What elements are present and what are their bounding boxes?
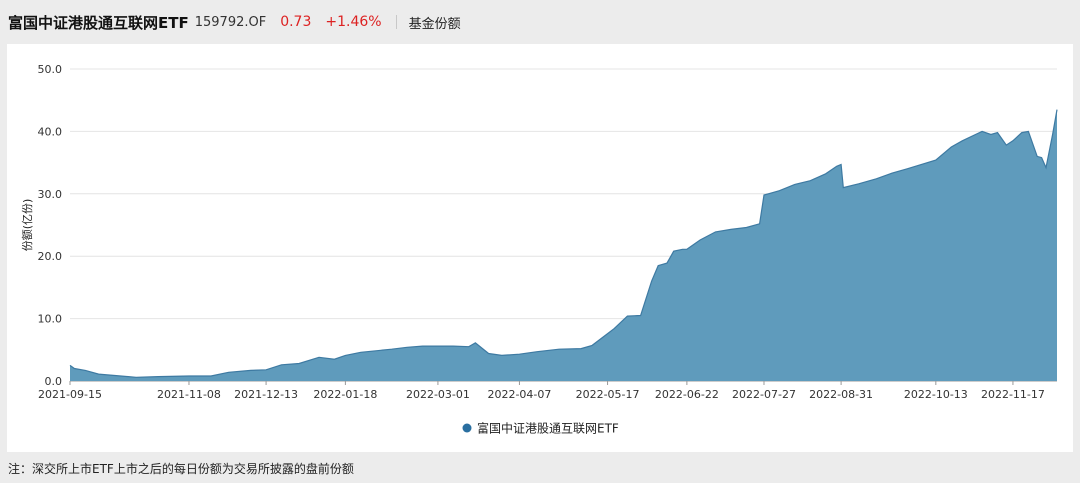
x-tick-label: 2022-05-17 [576,388,640,401]
x-tick-label: 2022-03-01 [406,388,470,401]
header-bar: 富国中证港股通互联网ETF 159792.OF 0.73 +1.46% 基金份额 [0,0,1080,44]
header-divider [395,15,397,29]
x-tick-label: 2022-06-22 [655,388,719,401]
x-tick-label: 2022-11-17 [981,388,1045,401]
y-tick-label: 0.0 [45,375,63,388]
share-area-chart[interactable]: 0.0 10.0 20.0 30.0 40.0 50.0 2021-09-15 2021-11… [7,44,1073,452]
y-tick-label: 30.0 [38,188,63,201]
price-change-percent: +1.46% [325,14,382,30]
footnote: 注：深交所上市ETF上市之后的每日份额为交易所披露的盘前份额 [8,462,354,476]
y-tick-label: 50.0 [38,63,63,76]
series-area[interactable] [70,109,1057,381]
metric-label[interactable]: 基金份额 [409,13,461,32]
x-tick-label: 2022-01-18 [313,388,377,401]
y-tick-label: 40.0 [38,125,63,138]
x-tick-label: 2021-12-13 [234,388,298,401]
legend-marker [462,423,472,433]
y-tick-label: 20.0 [38,250,63,263]
legend-label: 富国中证港股通互联网ETF [477,421,619,436]
x-tick-label: 2022-10-13 [904,388,968,401]
x-tick-label: 2022-04-07 [487,388,551,401]
x-tick-label: 2022-07-27 [732,388,796,401]
x-tick-label: 2022-08-31 [809,388,873,401]
fund-name: 富国中证港股通互联网ETF [8,13,189,32]
y-axis-label: 份额(亿份) [21,199,34,252]
x-tick-label: 2021-09-15 [38,388,102,401]
fund-price: 0.73 [280,14,312,30]
y-tick-label: 10.0 [38,313,63,326]
fund-code: 159792.OF [194,14,267,30]
legend[interactable]: 富国中证港股通互联网ETF [462,421,619,436]
x-tick-label: 2021-11-08 [157,388,221,401]
chart-panel: 0.0 10.0 20.0 30.0 40.0 50.0 2021-09-15 2021-11… [7,44,1073,452]
